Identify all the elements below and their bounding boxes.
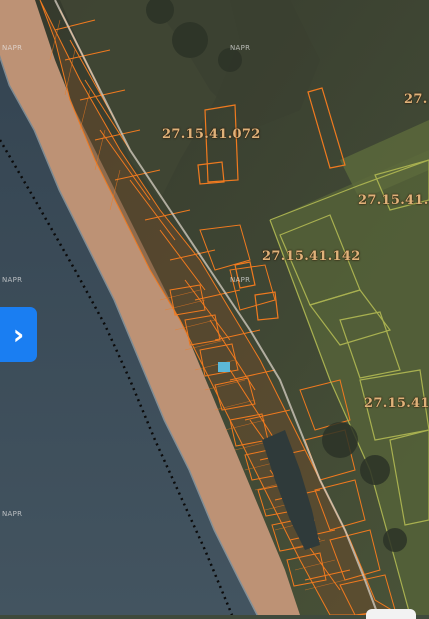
parcel-label-072[interactable]: 27.15.41.072	[162, 127, 261, 142]
chevron-right-icon: ›	[12, 317, 25, 351]
napr-watermark: NAPR	[230, 44, 251, 52]
next-button[interactable]: ›	[0, 307, 37, 362]
satellite-map[interactable]	[0, 0, 429, 615]
bottom-sheet-handle[interactable]	[366, 609, 416, 619]
parcel-label-top-right[interactable]: 27.	[404, 92, 428, 107]
map-viewport[interactable]: 27.15.41.072 27.15.41.142 27.15.41.1 27.…	[0, 0, 429, 619]
napr-watermark: NAPR	[2, 44, 23, 52]
napr-watermark: NAPR	[230, 276, 251, 284]
parcel-label-142[interactable]: 27.15.41.142	[262, 249, 361, 264]
parcel-label-right-mid[interactable]: 27.15.41.1	[364, 396, 429, 411]
parcel-label-right-top[interactable]: 27.15.41.1	[358, 193, 429, 208]
napr-watermark: NAPR	[2, 510, 23, 518]
napr-watermark: NAPR	[2, 276, 23, 284]
